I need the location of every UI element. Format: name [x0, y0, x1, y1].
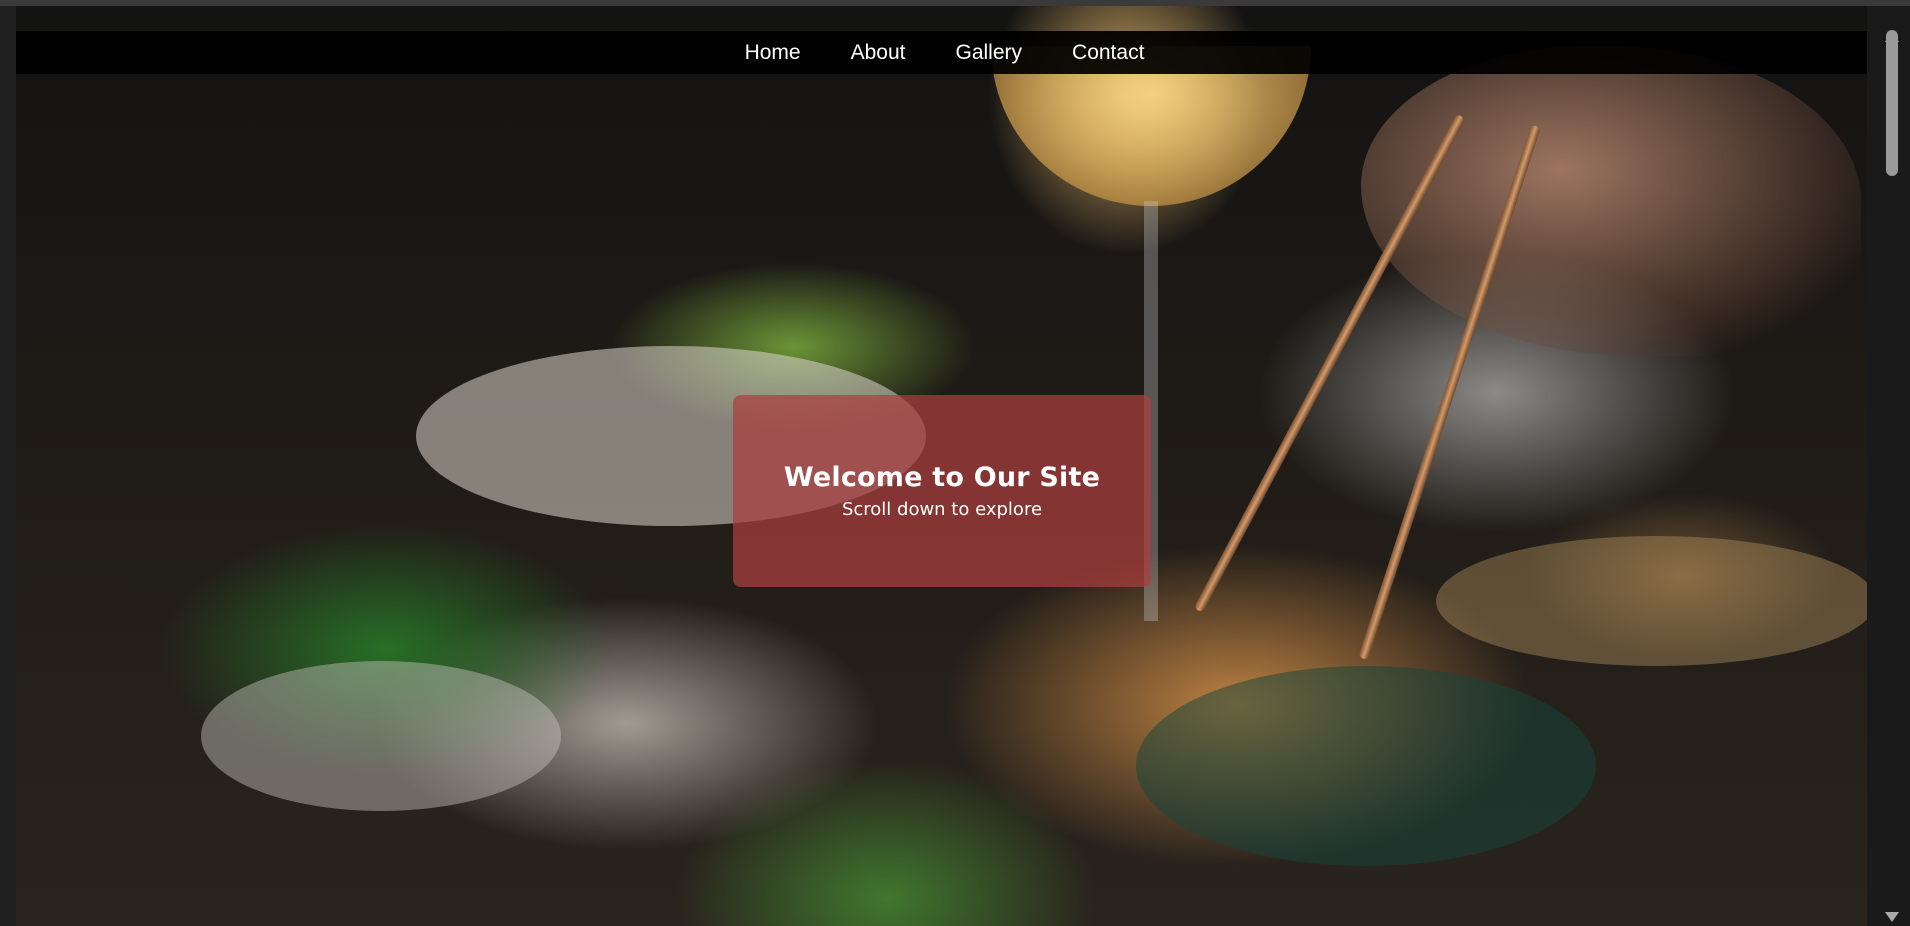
- scroll-down-arrow-icon[interactable]: [1885, 912, 1899, 922]
- page-viewport: Home About Gallery Contact Welcome to Ou…: [16, 6, 1867, 926]
- chopstick-image: [1193, 113, 1466, 613]
- vertical-scrollbar[interactable]: [1867, 6, 1910, 926]
- nav-links: Home About Gallery Contact: [745, 41, 1145, 65]
- scroll-thumb[interactable]: [1886, 30, 1898, 176]
- seaweed-bowl-image: [201, 661, 561, 811]
- browser-window: Home About Gallery Contact Welcome to Ou…: [0, 0, 1910, 926]
- welcome-card: Welcome to Our Site Scroll down to explo…: [733, 395, 1151, 587]
- hand-image: [1361, 46, 1861, 356]
- nav-home-link[interactable]: Home: [745, 41, 801, 65]
- welcome-subtitle: Scroll down to explore: [841, 499, 1043, 520]
- plate-image: [1436, 536, 1867, 666]
- nav-about-link[interactable]: About: [851, 41, 906, 65]
- welcome-title: Welcome to Our Site: [783, 462, 1101, 493]
- tofu-bowl-image: [1136, 666, 1596, 866]
- nav-gallery-link[interactable]: Gallery: [956, 41, 1023, 65]
- top-navbar: Home About Gallery Contact: [16, 31, 1867, 74]
- nav-contact-link[interactable]: Contact: [1072, 41, 1144, 65]
